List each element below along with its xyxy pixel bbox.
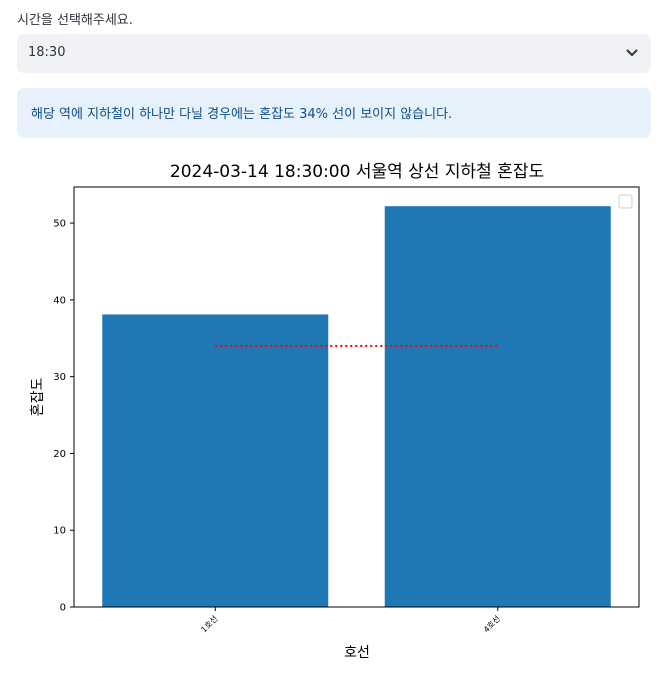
bar-1 xyxy=(102,314,329,607)
y-axis-label: 혼잡도 xyxy=(30,378,46,417)
chevron-down-icon xyxy=(626,49,638,56)
x-axis: 1호선 4호선 xyxy=(199,607,502,634)
bars-layer xyxy=(102,206,611,607)
chart-title: 2024-03-14 18:30:00 서울역 상선 지하철 혼잡도 xyxy=(170,162,544,182)
x-axis-label: 호선 xyxy=(344,645,370,661)
time-select[interactable]: 18:30 xyxy=(17,34,651,73)
y-tick-label: 20 xyxy=(53,449,66,460)
y-tick-label: 0 xyxy=(60,603,66,614)
y-tick-label: 40 xyxy=(53,295,66,306)
time-select-value: 18:30 xyxy=(28,45,66,60)
legend-box xyxy=(618,194,633,209)
y-tick-label: 10 xyxy=(53,526,66,537)
y-tick-label: 50 xyxy=(53,219,66,230)
info-alert-text: 해당 역에 지하철이 하나만 다닐 경우에는 혼잡도 34% 선이 보이지 않습… xyxy=(31,107,453,122)
bar-chart: 2024-03-14 18:30:00 서울역 상선 지하철 혼잡도 0 10 20… xyxy=(30,162,640,661)
y-axis: 0 10 20 30 40 50 xyxy=(53,219,74,614)
x-tick-label: 1호선 xyxy=(199,614,219,634)
time-select-label: 시간을 선택해주세요. xyxy=(17,13,133,28)
bar-2 xyxy=(384,206,611,607)
info-alert: 해당 역에 지하철이 하나만 다닐 경우에는 혼잡도 34% 선이 보이지 않습… xyxy=(17,88,651,138)
y-tick-label: 30 xyxy=(53,372,66,383)
x-tick-label: 4호선 xyxy=(482,614,502,634)
